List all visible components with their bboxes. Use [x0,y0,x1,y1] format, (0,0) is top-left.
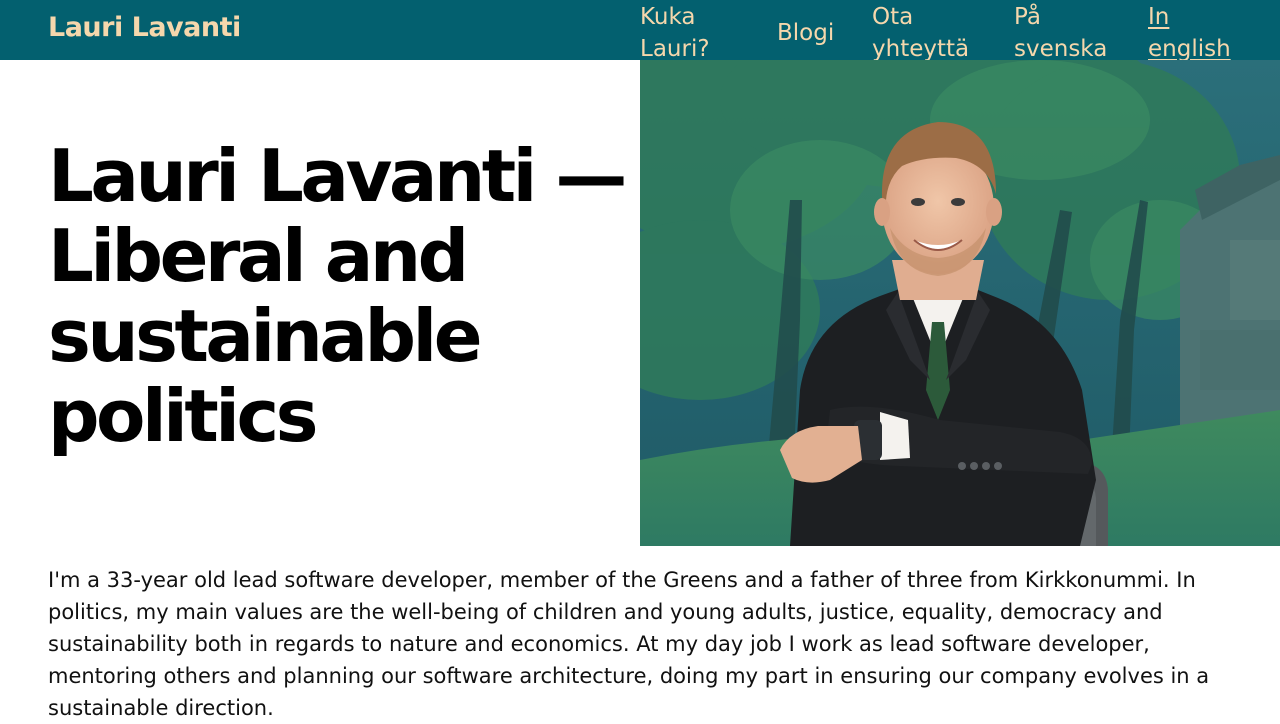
portrait-photo [640,60,1280,546]
nav-link-ota-yhteytta[interactable]: Ota yhteyttä [872,1,992,65]
page-title: Lauri Lavanti — Liberal and sustainable … [48,134,627,458]
site-header: Lauri Lavanti Kuka Lauri? Blogi Ota yhte… [0,0,1280,62]
nav-link-blogi[interactable]: Blogi [777,17,834,49]
nav-link-pa-svenska[interactable]: På svenska [1014,1,1124,65]
brand-logo-link[interactable]: Lauri Lavanti [48,12,241,43]
nav-link-kuka-lauri[interactable]: Kuka Lauri? [640,1,750,65]
nav-link-in-english[interactable]: In english [1148,1,1248,65]
intro-paragraph: I'm a 33-year old lead software develope… [48,568,1210,720]
